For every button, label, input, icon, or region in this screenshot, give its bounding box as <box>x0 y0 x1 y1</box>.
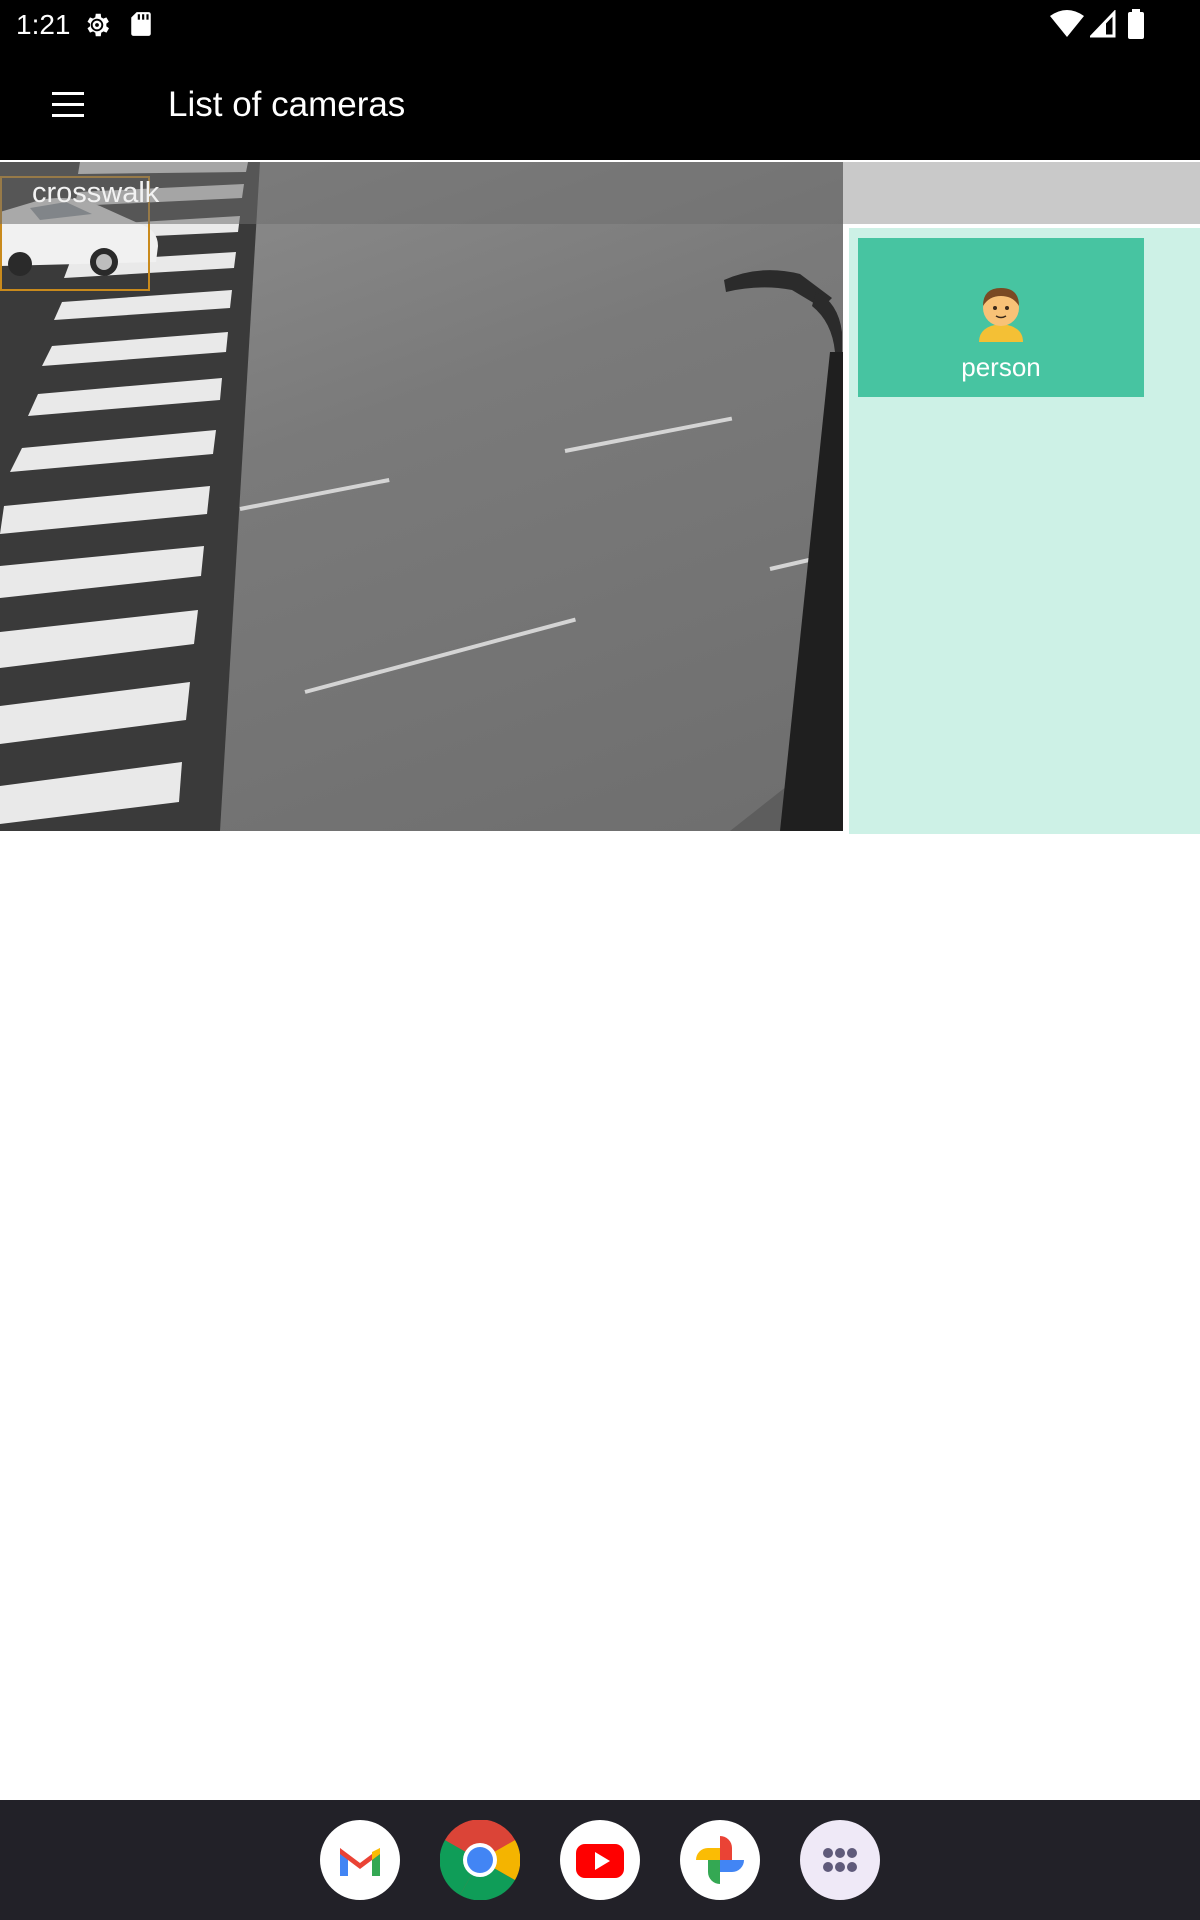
photos-icon[interactable] <box>680 1820 760 1900</box>
hamburger-menu-icon[interactable] <box>40 82 96 128</box>
lane-marking <box>304 617 576 694</box>
camera-name-bar: crosswalk <box>0 162 843 224</box>
wifi-icon <box>1050 10 1084 37</box>
youtube-icon[interactable] <box>560 1820 640 1900</box>
detection-class-label: person <box>961 352 1041 382</box>
gmail-icon[interactable] <box>320 1820 400 1900</box>
sd-card-icon <box>131 12 151 36</box>
cell-signal-icon <box>1090 10 1116 38</box>
chrome-icon[interactable] <box>440 1820 520 1900</box>
camera-feed[interactable]: crosswalk <box>0 162 843 831</box>
app-dock <box>0 1800 1200 1920</box>
person-icon <box>979 288 1023 342</box>
settings-gear-icon <box>87 13 109 37</box>
battery-icon <box>1128 9 1144 39</box>
detections-header <box>843 162 1200 224</box>
street-lamp <box>724 270 843 831</box>
detection-class-card[interactable]: person <box>858 238 1144 397</box>
page-title: List of cameras <box>168 85 406 124</box>
status-bar: 1:21 <box>0 0 1200 50</box>
lane-marking <box>564 416 733 453</box>
status-time: 1:21 <box>16 9 71 40</box>
app-bar: List of cameras <box>0 50 1200 160</box>
app-drawer-icon[interactable] <box>800 1820 880 1900</box>
camera-name: crosswalk <box>32 177 160 209</box>
lane-marking <box>239 478 390 511</box>
